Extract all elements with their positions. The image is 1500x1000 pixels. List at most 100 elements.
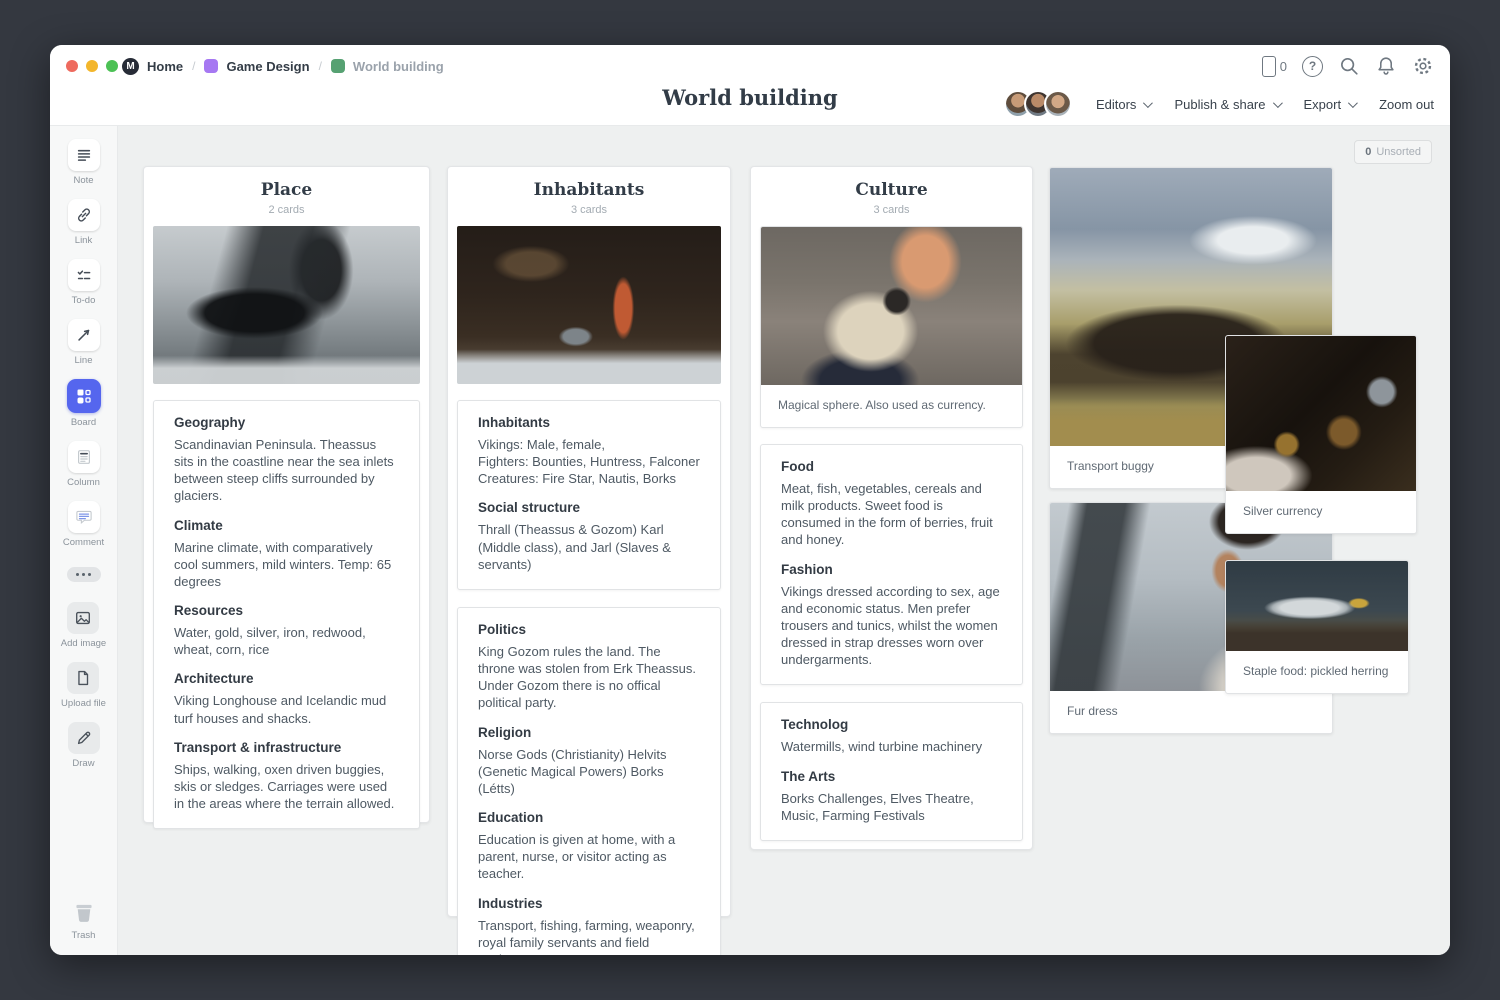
section-heading: Social structure: [478, 500, 700, 515]
place-notes-card[interactable]: Geography Scandinavian Peninsula. Theass…: [153, 400, 420, 829]
todo-icon: [75, 266, 93, 284]
tool-board[interactable]: Board: [67, 379, 101, 428]
link-icon: [75, 206, 93, 224]
unsorted-badge[interactable]: 0 Unsorted: [1354, 140, 1432, 164]
close-window-button[interactable]: [66, 60, 78, 72]
section-heading: Food: [781, 459, 1002, 474]
section-body: Watermills, wind turbine machinery: [781, 738, 1002, 755]
editor-avatars[interactable]: [1004, 90, 1072, 118]
export-label: Export: [1304, 97, 1342, 112]
section-heading: The Arts: [781, 769, 1002, 784]
section-body: Marine climate, with comparatively cool …: [174, 539, 399, 590]
hut-woman-photo[interactable]: [457, 226, 721, 384]
tool-sidebar: Note Link To-do Line Board: [50, 125, 118, 955]
section-body: Borks Challenges, Elves Theatre, Music, …: [781, 790, 1002, 824]
breadcrumb-game-design[interactable]: Game Design: [204, 59, 309, 74]
tool-column-label: Column: [67, 477, 100, 488]
draw-icon: [75, 729, 93, 747]
tool-upload-file-label: Upload file: [61, 698, 106, 709]
column-place-header[interactable]: Place 2 cards: [153, 167, 420, 226]
trash-dropzone[interactable]: Trash: [71, 900, 97, 941]
image-caption: Fur dress: [1050, 691, 1332, 733]
section-heading: Religion: [478, 725, 700, 740]
section-body: Scandinavian Peninsula. Theassus sits in…: [174, 436, 399, 505]
top-bar: M Home / Game Design / World building 0: [50, 45, 1450, 126]
section-heading: Architecture: [174, 671, 399, 686]
silver-currency-card[interactable]: Silver currency: [1225, 335, 1417, 534]
breadcrumb-game-design-label: Game Design: [226, 59, 309, 74]
section-heading: Politics: [478, 622, 700, 637]
board-icon: [75, 387, 93, 405]
desktop-background: M Home / Game Design / World building 0: [0, 0, 1500, 1000]
column-place[interactable]: Place 2 cards Geography Scandinavian Pen…: [143, 166, 430, 823]
section-body: Norse Gods (Christianity) Helvits (Genet…: [478, 746, 700, 797]
section-body: Meat, fish, vegetables, cereals and milk…: [781, 480, 1002, 549]
editors-menu-button[interactable]: Editors: [1096, 97, 1150, 112]
inhabitants-notes-card[interactable]: Inhabitants Vikings: Male, female, Fight…: [457, 400, 721, 590]
column-inhabitants-header[interactable]: Inhabitants 3 cards: [457, 167, 721, 226]
search-button[interactable]: [1338, 55, 1360, 77]
breadcrumb-world-building-label: World building: [353, 59, 444, 74]
breadcrumb-home-label: Home: [147, 59, 183, 74]
column-culture[interactable]: Culture 3 cards Magical sphere. Also use…: [750, 166, 1033, 850]
breadcrumb-separator: /: [319, 59, 322, 73]
device-sync-button[interactable]: 0: [1262, 56, 1287, 77]
section-heading: Technolog: [781, 717, 1002, 732]
board-canvas[interactable]: 0 Unsorted Place 2 cards Geography Scand…: [118, 125, 1450, 955]
staple-food-card[interactable]: Staple food: pickled herring: [1225, 560, 1409, 694]
chevron-down-icon: [1272, 98, 1282, 108]
tool-upload-file[interactable]: Upload file: [61, 662, 106, 709]
column-culture-header[interactable]: Culture 3 cards: [760, 167, 1023, 226]
help-icon: ?: [1302, 56, 1323, 77]
breadcrumb-home[interactable]: M Home: [122, 58, 183, 75]
tool-note[interactable]: Note: [68, 139, 100, 186]
bell-icon: [1375, 55, 1397, 77]
zoom-out-button[interactable]: Zoom out: [1379, 97, 1434, 112]
tool-todo-label: To-do: [72, 295, 96, 306]
section-heading: Transport & infrastructure: [174, 740, 399, 755]
export-menu-button[interactable]: Export: [1304, 97, 1356, 112]
chevron-down-icon: [1348, 98, 1358, 108]
tool-comment[interactable]: Comment: [63, 501, 104, 548]
column-inhabitants[interactable]: Inhabitants 3 cards Inhabitants Vikings:…: [447, 166, 731, 917]
breadcrumb-world-building[interactable]: World building: [331, 59, 444, 74]
column-icon: [75, 448, 93, 466]
column-title: Inhabitants: [457, 180, 721, 200]
section-heading: Resources: [174, 603, 399, 618]
help-button[interactable]: ?: [1302, 56, 1323, 77]
tool-draw[interactable]: Draw: [68, 722, 100, 769]
maximize-window-button[interactable]: [106, 60, 118, 72]
publish-share-label: Publish & share: [1174, 97, 1265, 112]
minimize-window-button[interactable]: [86, 60, 98, 72]
publish-share-menu-button[interactable]: Publish & share: [1174, 97, 1279, 112]
tool-draw-label: Draw: [72, 758, 94, 769]
more-tools-button[interactable]: [67, 567, 101, 582]
section-body: Water, gold, silver, iron, redwood, whea…: [174, 624, 399, 658]
section-body: Ships, walking, oxen driven buggies, ski…: [174, 761, 399, 812]
image-caption: Magical sphere. Also used as currency.: [761, 385, 1022, 427]
section-heading: Inhabitants: [478, 415, 700, 430]
column-card-count: 2 cards: [153, 204, 420, 216]
notifications-button[interactable]: [1375, 55, 1397, 77]
tool-column[interactable]: Column: [67, 441, 100, 488]
section-body: Vikings: Male, female, Fighters: Bountie…: [478, 436, 700, 487]
tool-add-image[interactable]: Add image: [61, 602, 106, 649]
magical-sphere-image-card[interactable]: Magical sphere. Also used as currency.: [760, 226, 1023, 428]
technology-notes-card[interactable]: Technolog Watermills, wind turbine machi…: [760, 702, 1023, 840]
trash-icon: [71, 900, 97, 926]
politics-notes-card[interactable]: Politics King Gozom rules the land. The …: [457, 607, 721, 955]
culture-notes-card[interactable]: Food Meat, fish, vegetables, cereals and…: [760, 444, 1023, 685]
image-caption: Staple food: pickled herring: [1226, 651, 1408, 693]
search-icon: [1338, 55, 1360, 77]
coins-photo: [1226, 336, 1416, 491]
tool-link[interactable]: Link: [68, 199, 100, 246]
settings-button[interactable]: [1412, 55, 1434, 77]
chevron-down-icon: [1143, 98, 1153, 108]
window-controls: [66, 60, 118, 72]
unsorted-count: 0: [1365, 146, 1371, 158]
section-heading: Fashion: [781, 562, 1002, 577]
tool-line[interactable]: Line: [68, 319, 100, 366]
fish-photo: [1226, 561, 1408, 651]
tool-todo[interactable]: To-do: [68, 259, 100, 306]
shipwreck-photo[interactable]: [153, 226, 420, 384]
